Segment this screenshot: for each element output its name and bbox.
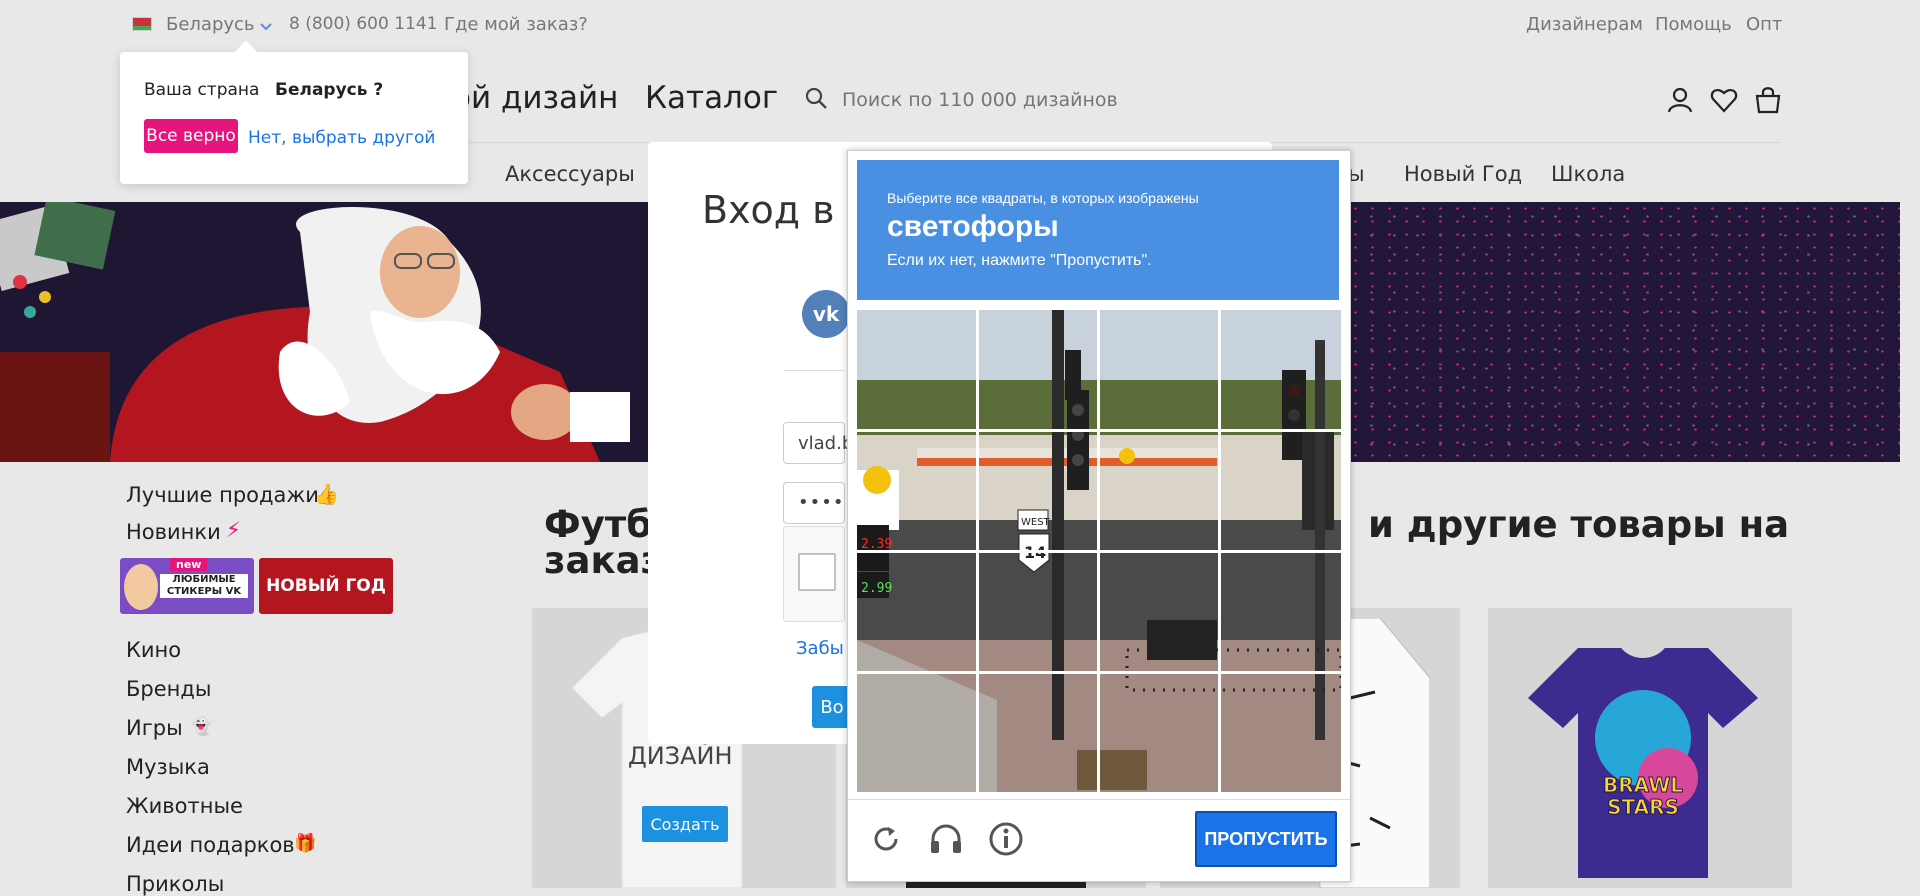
email-field[interactable]: vlad.b [783,422,853,464]
order-status-link[interactable]: Где мой заказ? [444,14,588,35]
confirm-country-button[interactable]: Все верно [144,119,238,153]
vk-login-icon[interactable]: vk [802,290,850,338]
headphones-icon[interactable] [928,821,964,857]
captcha-header: Выберите все квадраты, в которых изображ… [857,160,1339,300]
sidebar-new[interactable]: Новинки [126,520,221,544]
ghost-icon: 👻 [190,716,213,737]
info-icon[interactable] [988,821,1024,857]
sidebar-best-sellers[interactable]: Лучшие продажи [126,483,319,507]
sidebar-item-brands[interactable]: Бренды [126,677,212,701]
email-value: vlad.b [798,433,854,454]
nav-new-year[interactable]: Новый Год [1404,162,1522,186]
wholesale-link[interactable]: Опт [1746,14,1782,35]
login-submit-button[interactable]: Во [812,686,852,728]
catalog-link[interactable]: Каталог [645,80,778,116]
captcha-footer-divider [848,799,1350,800]
country-question: Ваша страна [144,80,260,100]
search-input[interactable] [842,89,1242,111]
country-confirm-popover: Ваша страна Беларусь ? Все верно Нет, вы… [120,52,468,184]
page-heading-line2: заказ [544,539,663,582]
lightning-icon: ⚡ [226,518,241,542]
gas-price-1: 2.39 [861,537,892,552]
login-title: Вход в [702,188,835,232]
sidebar-item-jokes[interactable]: Приколы [126,872,224,896]
cart-icon[interactable] [1754,86,1782,114]
cartoon-face [124,564,158,610]
recaptcha-box [783,526,845,622]
captcha-challenge: Выберите все квадраты, в которых изображ… [847,150,1351,882]
reload-icon[interactable] [870,823,902,855]
promo-new-badge: new [170,558,208,571]
password-field[interactable]: ••••• [783,482,855,524]
user-icon[interactable] [1666,86,1694,114]
gift-icon: 🎁 [294,833,317,854]
top-bar: Беларусь 8 (800) 600 1141 Где мой заказ?… [0,0,1920,56]
gas-price-2: 2.99 [861,581,892,596]
country-name: Беларусь ? [275,80,384,100]
west-sign-text: WEST [1021,517,1051,528]
help-link[interactable]: Помощь [1655,14,1732,35]
promo-new-year-text: НОВЫЙ ГОД [266,576,386,596]
captcha-instruction: Выберите все квадраты, в которых изображ… [887,190,1199,206]
captcha-hint: Если их нет, нажмите "Пропустить". [887,252,1152,269]
login-divider [784,370,844,371]
promo-stickers-vk[interactable]: new ЛЮБИМЫЕ СТИКЕРЫ VK [120,558,254,614]
create-design-button[interactable]: Создать [642,806,728,842]
heart-icon[interactable] [1710,86,1738,114]
banner-sparkles [1330,202,1900,462]
promo-new-year[interactable]: НОВЫЙ ГОД [259,558,393,614]
forgot-password-link[interactable]: Забы [796,638,844,659]
sidebar-item-animals[interactable]: Животные [126,794,243,818]
vk-icon-text: vk [812,302,840,326]
captcha-skip-button[interactable]: ПРОПУСТИТЬ [1195,811,1337,867]
nav-school[interactable]: Школа [1551,162,1625,186]
page-heading-right: и другие товары на [1368,503,1790,546]
country-selector[interactable]: Беларусь [166,14,255,35]
sidebar-item-music[interactable]: Музыка [126,755,210,779]
captcha-target: светофоры [887,210,1059,243]
thumbs-up-icon: 👍 [314,482,339,506]
belarus-flag-icon [132,17,152,31]
sidebar-item-games[interactable]: Игры [126,716,183,740]
brawl-tshirt-image [1528,648,1758,878]
sidebar-item-movies[interactable]: Кино [126,638,181,662]
captcha-image-grid: 2.39 2.99 WEST 14 [857,310,1341,792]
create-design-link[interactable]: ой дизайн [452,80,618,116]
sidebar-item-gift-ideas[interactable]: Идеи подарков [126,833,295,857]
santa-illustration [0,202,660,462]
recaptcha-checkbox[interactable] [798,553,836,591]
street-scene-image: 2.39 2.99 WEST 14 [857,310,1341,792]
choose-other-country-link[interactable]: Нет, выбрать другой [248,128,435,148]
brawl-stars-text: BRAWL STARS [1602,773,1684,819]
product-card-brawl[interactable]: BRAWL STARS [1488,608,1792,888]
designers-link[interactable]: Дизайнерам [1526,14,1643,35]
promo-stickers-text: ЛЮБИМЫЕ СТИКЕРЫ VK [160,574,248,598]
chevron-down-icon[interactable] [260,22,272,32]
design-placeholder-text: ДИЗАЙН [628,742,733,770]
phone-number[interactable]: 8 (800) 600 1141 [289,14,437,34]
route-sign-text: 14 [1024,543,1046,562]
search-icon[interactable] [804,86,828,110]
nav-accessories[interactable]: Аксессуары [505,162,635,186]
